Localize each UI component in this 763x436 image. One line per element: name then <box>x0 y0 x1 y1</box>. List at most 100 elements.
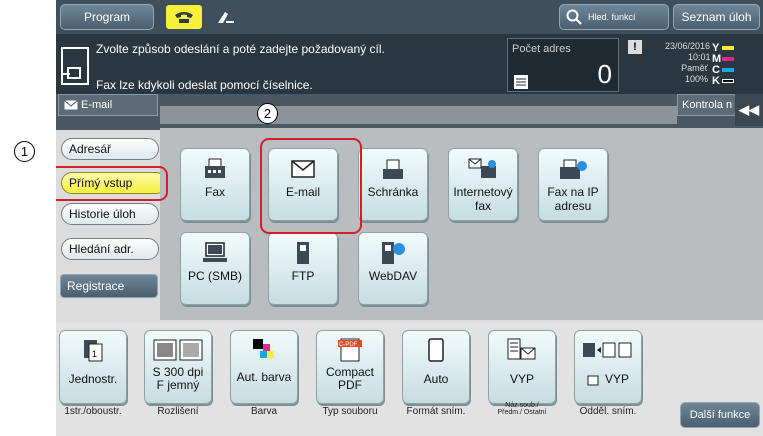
file-type-label: Compact PDF <box>325 365 375 392</box>
address-count-label: Počet adres <box>512 43 571 55</box>
ftp-icon <box>297 242 309 264</box>
toner-levels: Y M C K <box>712 42 736 90</box>
more-functions-label: Další funkce <box>689 409 751 421</box>
status-date: 23/06/2016 <box>665 41 711 51</box>
offhook-toggle[interactable] <box>208 5 244 29</box>
resolution-button[interactable]: S 300 dpi F jemný <box>144 330 212 404</box>
svg-text:1: 1 <box>92 349 97 359</box>
envelope-icon <box>64 100 78 110</box>
internet-fax-label: Internetový fax <box>453 185 513 213</box>
ip-fax-icon <box>560 159 587 179</box>
list-icon <box>514 75 528 89</box>
address-search-button[interactable]: Hledání adr. <box>61 238 159 260</box>
registration-label: Registrace <box>67 279 125 293</box>
resolution-label: S 300 dpi F jemný <box>152 365 204 392</box>
scan-size-button[interactable]: Auto <box>402 330 470 404</box>
ftp-tile[interactable]: FTP <box>268 232 338 305</box>
file-type-button[interactable]: C-PDF Compact PDF <box>316 330 384 404</box>
memory-label: Paměť <box>681 63 708 73</box>
fax-transmission-icon <box>61 47 89 85</box>
separate-scan-caption: Odděl. sním. <box>579 406 637 417</box>
memory-value: 100% <box>684 74 708 84</box>
more-functions-button[interactable]: Další funkce <box>680 402 760 428</box>
filename-button[interactable]: VYP <box>488 330 556 404</box>
callout-1: 1 <box>14 141 35 162</box>
box-tile[interactable]: Schránka <box>358 148 428 221</box>
top-bar: Program Hled. funkcí Seznam úloh <box>56 0 763 34</box>
search-function-button[interactable]: Hled. funkcí <box>559 4 669 30</box>
handset-toggle[interactable] <box>166 5 202 29</box>
warning-icon: ! <box>628 40 642 54</box>
pc-smb-tile[interactable]: PC (SMB) <box>180 232 250 305</box>
separate-scan-value: VYP <box>587 373 629 386</box>
box-icon <box>383 159 403 179</box>
pdf-badge-text: C-PDF <box>339 342 358 348</box>
toner-k-bar <box>722 78 734 83</box>
search-label: Hled. funkcí <box>588 12 636 22</box>
address-book-button[interactable]: Adresář <box>61 138 159 160</box>
webdav-icon <box>382 242 405 264</box>
email-tab-label: E-mail <box>81 99 113 111</box>
separate-scan-indicator-icon <box>587 375 599 385</box>
internet-fax-tile[interactable]: Internetový fax <box>448 148 518 221</box>
phone-off-hook-icon <box>218 12 234 23</box>
job-history-label: Historie úloh <box>69 207 136 221</box>
toner-m-bar <box>722 56 734 61</box>
resolution-caption: Rozlišení <box>157 406 199 417</box>
resolution-icon <box>153 339 203 361</box>
webdav-tile[interactable]: WebDAV <box>358 232 428 305</box>
search-icon <box>566 9 582 25</box>
color-caption: Barva <box>250 406 278 417</box>
program-button[interactable]: Program <box>60 4 154 30</box>
ip-fax-tile[interactable]: Fax na IP adresu <box>538 148 608 221</box>
ftp-label: FTP <box>291 269 315 283</box>
fax-label: Fax <box>204 185 225 199</box>
device-screen: Program Hled. funkcí Seznam úloh Zvolte … <box>56 0 763 436</box>
simplex-duplex-label: Jednostr. <box>68 372 118 386</box>
address-search-label: Hledání adr. <box>69 242 134 256</box>
webdav-label: WebDAV <box>368 269 418 283</box>
separate-scan-label: VYP <box>604 372 629 386</box>
address-book-label: Adresář <box>69 142 112 156</box>
scan-size-caption: Formát sním. <box>406 406 466 417</box>
status-time: 10:01 <box>688 52 711 62</box>
fax-icon <box>205 158 225 178</box>
internet-fax-icon <box>468 158 496 178</box>
scan-size-label: Auto <box>423 372 449 386</box>
email-tab[interactable]: E-mail <box>58 94 158 116</box>
address-count-box: Počet adres 0 <box>507 38 619 92</box>
box-label: Schránka <box>367 185 419 199</box>
color-button[interactable]: Aut. barva <box>230 330 298 404</box>
job-list-button[interactable]: Seznam úloh <box>673 4 760 30</box>
toner-c-bar <box>722 67 734 72</box>
collapse-panel-button[interactable]: ◀◀ <box>735 94 763 126</box>
message-bar: Zvolte způsob odeslání a poté zadejte po… <box>56 34 763 94</box>
color-icon <box>253 339 274 358</box>
destination-field[interactable] <box>160 106 677 124</box>
registration-button[interactable]: Registrace <box>60 274 158 298</box>
page-icon <box>428 338 444 362</box>
simplex-duplex-caption: 1str./oboustr. <box>64 406 122 417</box>
color-label: Aut. barva <box>236 370 292 384</box>
instruction-text: Zvolte způsob odeslání a poté zadejte po… <box>96 42 385 56</box>
simplex-duplex-button[interactable]: 1 Jednostr. <box>59 330 127 404</box>
kontrola-label: Kontrola n <box>682 99 733 111</box>
hint-text: Fax lze kdykoli odeslat pomocí číselnice… <box>96 78 313 92</box>
phone-on-hook-icon <box>175 12 193 23</box>
callout-2: 2 <box>257 103 278 124</box>
direct-input-highlight <box>56 166 168 201</box>
fax-tile[interactable]: Fax <box>180 148 250 221</box>
job-history-button[interactable]: Historie úloh <box>61 203 159 225</box>
pdf-file-icon: C-PDF <box>338 338 362 362</box>
filename-label: VYP <box>509 372 534 386</box>
simplex-icon: 1 <box>84 340 103 362</box>
toner-y-bar <box>722 45 734 50</box>
filename-caption: Náz.soub./ Předm./ Ostatní <box>497 402 547 416</box>
file-type-caption: Typ souboru <box>322 406 378 417</box>
email-tile-highlight <box>260 138 362 234</box>
separate-scan-button[interactable]: VYP <box>574 330 642 404</box>
address-count-value: 0 <box>597 59 612 89</box>
file-name-icon <box>507 338 536 360</box>
separate-scan-icon <box>583 342 632 358</box>
ip-fax-label: Fax na IP adresu <box>547 185 599 213</box>
